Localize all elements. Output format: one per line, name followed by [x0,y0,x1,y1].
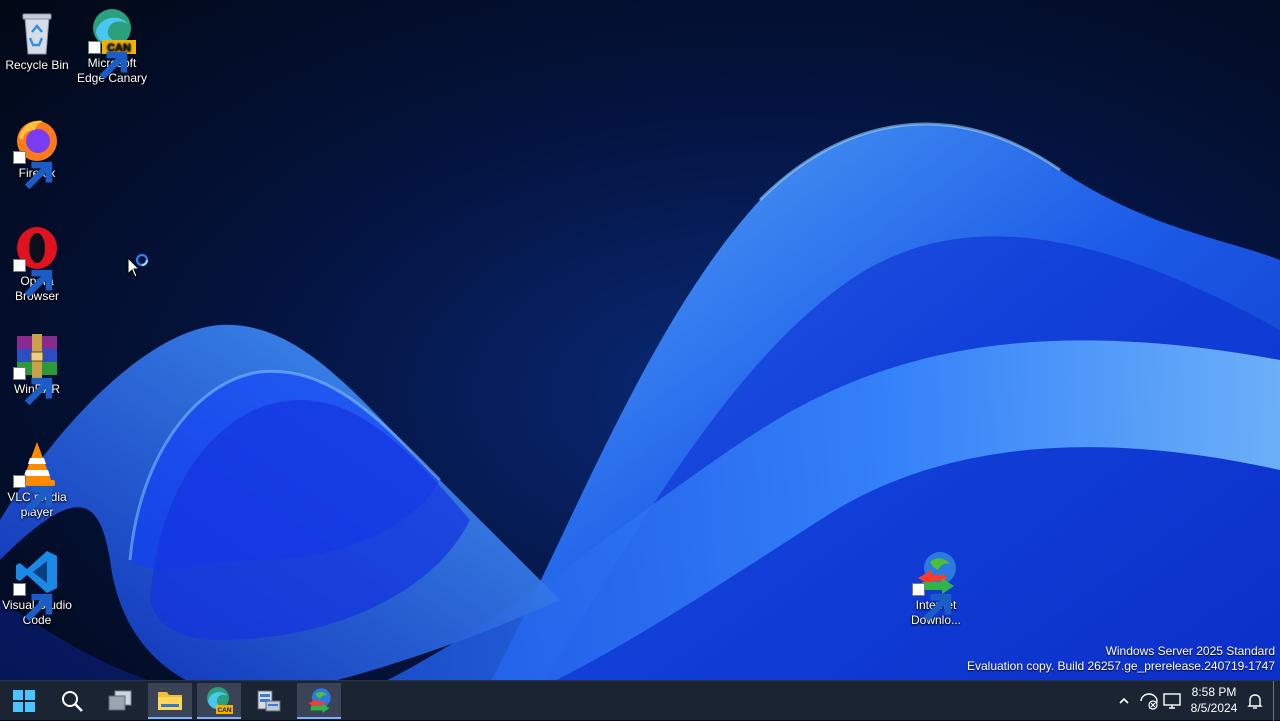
busy-cursor-icon [127,253,149,278]
opera-icon [13,224,61,298]
folder-icon [158,692,182,710]
network-icon [1140,693,1158,710]
idm-globe-icon [912,548,960,622]
display-tray-button[interactable] [1162,691,1182,711]
search-icon [62,691,83,712]
watermark-edition: Windows Server 2025 Standard [1105,644,1275,658]
start-button[interactable] [2,683,46,719]
edge-canary-icon: CAN [88,6,136,80]
vscode-shortcut[interactable]: Visual Studio Code [0,548,75,628]
clock[interactable]: 8:58 PM 8/5/2024 [1182,684,1246,716]
recycle-bin-icon [13,8,61,56]
task-view-icon [108,690,132,711]
clock-time: 8:58 PM [1191,685,1237,699]
winrar-icon [13,332,61,406]
taskbar: CAN 8:58 PM 8/5/2024 [0,680,1280,721]
windows-evaluation-watermark: Windows Server 2025 Standard Evaluation … [967,644,1275,674]
canary-badge: CAN [217,707,231,714]
winrar-shortcut[interactable]: WinRAR [0,332,75,406]
task-view-button[interactable] [98,683,142,719]
shortcut-arrow-icon [912,583,952,622]
chevron-up-icon [1119,697,1129,704]
taskbar-file-explorer[interactable] [148,683,192,719]
shortcut-arrow-icon [88,41,128,80]
watermark-build: Evaluation copy. Build 26257.ge_prerelea… [966,659,1275,673]
shortcut-arrow-icon [13,259,53,298]
firefox-icon [13,116,61,190]
server-manager-icon [257,690,281,712]
shortcut-arrow-icon [13,367,53,406]
desktop-icon-label: Recycle Bin [5,58,69,72]
network-status-button[interactable] [1139,691,1159,711]
vlc-shortcut[interactable]: VLC media player [0,440,75,520]
show-hidden-icons-button[interactable] [1114,691,1134,711]
display-icon [1163,693,1181,709]
shortcut-arrow-icon [13,475,53,514]
windows-logo-icon [13,690,35,712]
recycle-bin-icon-shortcut[interactable]: Recycle Bin [0,8,75,73]
opera-shortcut[interactable]: Opera Browser [0,224,75,304]
shortcut-arrow-icon [13,583,53,622]
notifications-button[interactable] [1245,691,1265,711]
firefox-shortcut[interactable]: Firefox [0,116,75,190]
show-desktop-button[interactable] [1273,681,1280,721]
taskbar-internet-download-manager[interactable] [297,683,341,719]
shortcut-arrow-icon [13,151,53,190]
search-button[interactable] [50,683,94,719]
idm-icon [308,688,331,713]
taskbar-server-manager[interactable] [247,683,291,719]
edge-canary-shortcut[interactable]: CAN Microsoft Edge Canary [74,6,150,86]
edge-canary-icon: CAN [207,687,233,714]
clock-date: 8/5/2024 [1190,701,1238,715]
desktop-wallpaper [0,0,1280,720]
idm-shortcut[interactable]: Internet Downlo... [898,548,974,628]
vscode-icon [13,548,61,622]
vlc-cone-icon [13,440,61,514]
taskbar-edge-canary[interactable]: CAN [197,683,241,719]
notification-bell-icon [1247,694,1263,709]
